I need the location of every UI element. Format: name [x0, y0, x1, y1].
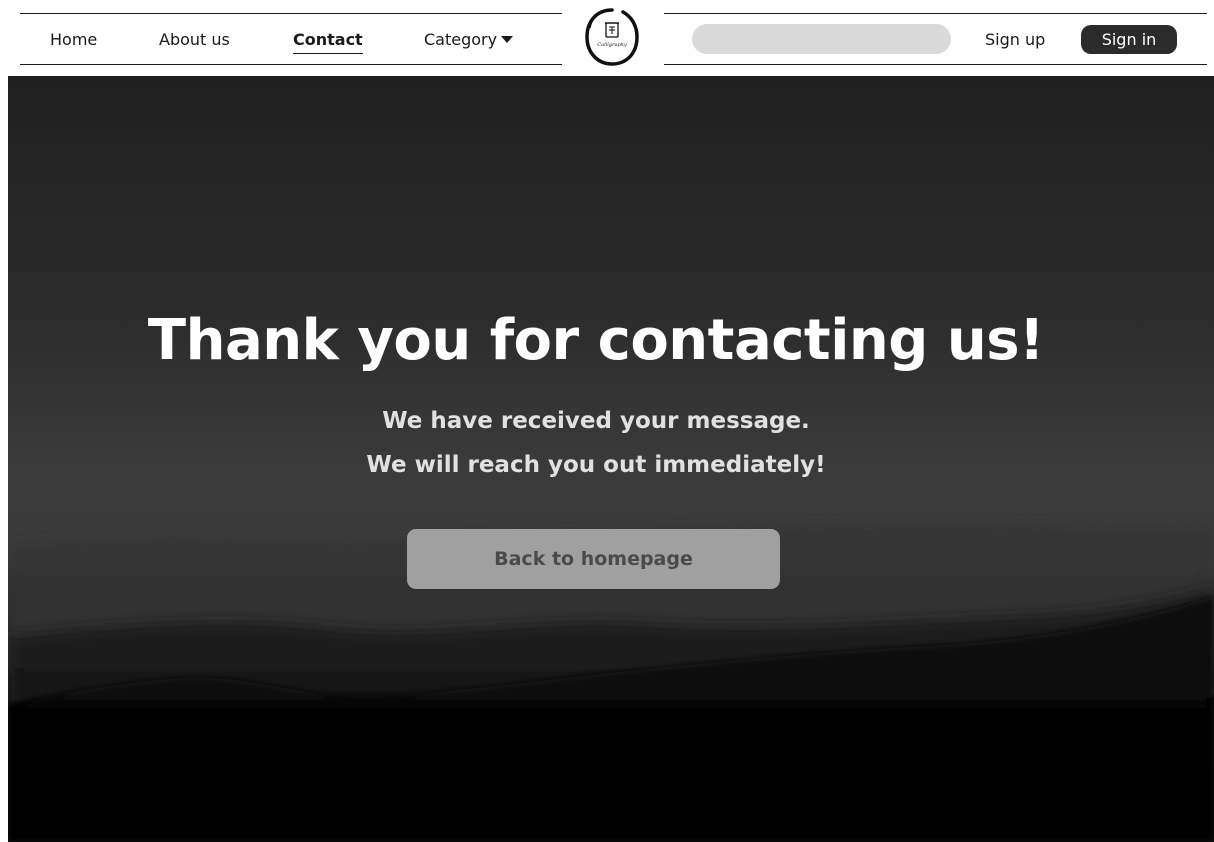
confirmation-message-line1: We have received your message.	[382, 408, 810, 434]
nav-link-home[interactable]: Home	[50, 30, 97, 50]
back-to-homepage-button[interactable]: Back to homepage	[407, 529, 780, 589]
nav-link-contact[interactable]: Contact	[293, 30, 363, 54]
nav-bottom-rule-left	[20, 64, 562, 65]
top-navigation: Home About us Contact Category Calligrap…	[0, 0, 1214, 76]
caret-down-icon	[501, 36, 514, 43]
active-indicator	[293, 53, 363, 54]
sign-in-button[interactable]: Sign in	[1081, 25, 1177, 54]
site-logo[interactable]: Calligraphy	[582, 6, 642, 68]
nav-top-rule-left	[20, 13, 562, 14]
calligraphy-logo-icon: Calligraphy	[585, 8, 639, 66]
nav-link-category[interactable]: Category	[424, 30, 514, 50]
sign-up-link[interactable]: Sign up	[985, 30, 1045, 49]
nav-link-contact-label: Contact	[293, 30, 363, 49]
page: Home About us Contact Category Calligrap…	[0, 0, 1214, 842]
nav-bottom-rule-right	[664, 64, 1207, 65]
logo-wordmark: Calligraphy	[597, 42, 627, 48]
nav-top-rule-right	[664, 13, 1207, 14]
nav-link-category-label: Category	[424, 30, 498, 49]
nav-link-about-us[interactable]: About us	[159, 30, 230, 50]
hero-section: Thank you for contacting us! We have rec…	[8, 76, 1214, 842]
search-input[interactable]	[692, 24, 951, 54]
confirmation-message-line2: We will reach you out immediately!	[366, 452, 826, 478]
page-title: Thank you for contacting us!	[147, 308, 1045, 373]
